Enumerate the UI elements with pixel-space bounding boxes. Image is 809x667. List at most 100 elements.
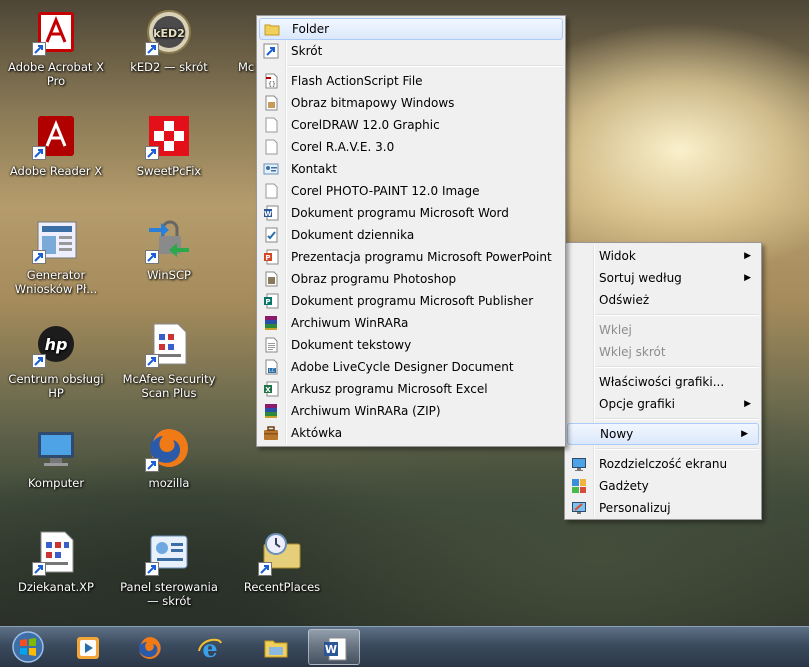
monitor-icon	[571, 456, 587, 472]
menu-item-label: Obraz programu Photoshop	[291, 272, 457, 286]
menu-item-label: Archiwum WinRARa (ZIP)	[291, 404, 441, 418]
photoshop-icon	[263, 271, 279, 287]
new-item-livecycle[interactable]: LC Adobe LiveCycle Designer Document	[257, 356, 565, 378]
menu-item-label: Adobe LiveCycle Designer Document	[291, 360, 514, 374]
acrobat-icon	[32, 8, 80, 56]
new-item-winrar[interactable]: Archiwum WinRARa	[257, 312, 565, 334]
svg-text:P: P	[265, 298, 270, 306]
new-item-word[interactable]: W Dokument programu Microsoft Word	[257, 202, 565, 224]
desktop-context-menu: Widok ▶ Sortuj według ▶ Odśwież Wklej Wkle…	[564, 242, 762, 520]
new-item-photoshop[interactable]: Obraz programu Photoshop	[257, 268, 565, 290]
new-item-flash[interactable]: {} Flash ActionScript File	[257, 70, 565, 92]
desktop-icon-mcafee[interactable]: McAfee Security Scan Plus	[117, 320, 221, 400]
word-icon: W	[322, 636, 348, 662]
shortcut-arrow-icon	[145, 42, 159, 56]
generator-icon	[32, 216, 80, 264]
text-file-icon	[263, 337, 279, 353]
taskbar-word[interactable]: W	[308, 629, 360, 665]
shortcut-arrow-icon	[32, 250, 46, 264]
menu-item-wklej-skrot[interactable]: Wklej skrót	[565, 341, 761, 363]
menu-item-nowy[interactable]: Nowy ▶	[567, 423, 759, 445]
new-item-contact[interactable]: Kontakt	[257, 158, 565, 180]
menu-item-wlasciwosci-grafiki[interactable]: Właściwości grafiki...	[565, 371, 761, 393]
desktop-icon-sweetpcfix[interactable]: SweetPcFix	[117, 112, 221, 178]
start-button[interactable]	[2, 629, 54, 665]
menu-item-gadzety[interactable]: Gadżety	[565, 475, 761, 497]
bitmap-icon	[263, 95, 279, 111]
blank-file-icon	[263, 117, 279, 133]
taskbar-firefox[interactable]	[124, 629, 176, 665]
new-item-powerpoint[interactable]: P Prezentacja programu Microsoft PowerPo…	[257, 246, 565, 268]
menu-item-label: Dokument dziennika	[291, 228, 415, 242]
menu-separator	[595, 418, 759, 420]
shortcut-arrow-icon	[32, 42, 46, 56]
icon-label: McAfee Security Scan Plus	[122, 372, 216, 400]
new-item-coreldraw[interactable]: CorelDRAW 12.0 Graphic	[257, 114, 565, 136]
desktop-icon-hp[interactable]: hp Centrum obsługi HP	[4, 320, 108, 400]
new-submenu: Folder Skrót {} Flash ActionScript File …	[256, 15, 566, 447]
desktop-icon-ked2[interactable]: kED2 kED2 — skrót	[117, 8, 221, 74]
menu-item-odswiez[interactable]: Odśwież	[565, 289, 761, 311]
new-item-bitmap[interactable]: Obraz bitmapowy Windows	[257, 92, 565, 114]
ked2-icon: kED2	[145, 8, 193, 56]
desktop-icon-computer[interactable]: Komputer	[4, 424, 108, 490]
desktop-icon-dziekanat[interactable]: Dziekanat.XP	[4, 528, 108, 594]
icon-label: Centrum obsługi HP	[8, 372, 104, 400]
word-doc-icon: W	[263, 205, 279, 221]
menu-item-widok[interactable]: Widok ▶	[565, 245, 761, 267]
new-item-winrar-zip[interactable]: Archiwum WinRARa (ZIP)	[257, 400, 565, 422]
submenu-arrow-icon: ▶	[741, 429, 748, 439]
desktop-icon-mozilla[interactable]: mozilla	[117, 424, 221, 490]
recentplaces-icon	[258, 528, 306, 576]
icon-label: SweetPcFix	[136, 164, 202, 178]
firefox-icon	[137, 635, 163, 661]
desktop-icon-reader[interactable]: Adobe Reader X	[4, 112, 108, 178]
menu-item-label: Dokument tekstowy	[291, 338, 412, 352]
new-item-publisher[interactable]: P Dokument programu Microsoft Publisher	[257, 290, 565, 312]
svg-text:P: P	[265, 254, 270, 262]
icon-label: Adobe Acrobat X Pro	[8, 60, 104, 88]
blank-file-icon	[263, 183, 279, 199]
new-item-photopaint[interactable]: Corel PHOTO-PAINT 12.0 Image	[257, 180, 565, 202]
menu-item-sortuj[interactable]: Sortuj według ▶	[565, 267, 761, 289]
desktop-icon-recentplaces[interactable]: RecentPlaces	[230, 528, 334, 594]
menu-item-label: Widok	[599, 249, 636, 263]
menu-item-label: Arkusz programu Microsoft Excel	[291, 382, 488, 396]
taskbar-internet-explorer[interactable]: e	[184, 629, 236, 665]
menu-item-label: Flash ActionScript File	[291, 74, 423, 88]
taskbar-media-player[interactable]	[62, 629, 114, 665]
svg-text:kED2: kED2	[153, 27, 185, 40]
sweetpcfix-icon	[145, 112, 193, 160]
menu-item-label: Nowy	[600, 427, 634, 441]
shortcut-arrow-icon	[258, 562, 272, 576]
menu-item-label: Właściwości grafiki...	[599, 375, 725, 389]
menu-item-wklej[interactable]: Wklej	[565, 319, 761, 341]
menu-item-label: Opcje grafiki	[599, 397, 675, 411]
menu-item-personalizuj[interactable]: Personalizuj	[565, 497, 761, 519]
menu-item-label: Prezentacja programu Microsoft PowerPoin…	[291, 250, 552, 264]
winrar-icon	[263, 315, 279, 331]
submenu-arrow-icon: ▶	[744, 399, 751, 409]
desktop[interactable]: Adobe Acrobat X Pro Adobe Reader X Gener…	[0, 0, 809, 626]
new-item-text[interactable]: Dokument tekstowy	[257, 334, 565, 356]
menu-item-label: Dokument programu Microsoft Publisher	[291, 294, 534, 308]
explorer-icon	[263, 635, 289, 661]
desktop-icon-acrobat-pro[interactable]: Adobe Acrobat X Pro	[4, 8, 108, 88]
desktop-icon-generator[interactable]: Generator Wniosków Pł...	[4, 216, 108, 296]
winrar-zip-icon	[263, 403, 279, 419]
shortcut-icon	[263, 43, 279, 59]
livecycle-icon: LC	[263, 359, 279, 375]
new-item-journal[interactable]: Dokument dziennika	[257, 224, 565, 246]
new-item-briefcase[interactable]: Aktówka	[257, 422, 565, 444]
menu-item-opcje-grafiki[interactable]: Opcje grafiki ▶	[565, 393, 761, 415]
desktop-icon-winscp[interactable]: WinSCP	[117, 216, 221, 282]
menu-item-label: Corel PHOTO-PAINT 12.0 Image	[291, 184, 480, 198]
blank-file-icon	[263, 139, 279, 155]
new-item-excel[interactable]: X Arkusz programu Microsoft Excel	[257, 378, 565, 400]
new-item-folder[interactable]: Folder	[259, 18, 563, 40]
menu-item-rozdzielczosc[interactable]: Rozdzielczość ekranu	[565, 453, 761, 475]
desktop-icon-panel[interactable]: Panel sterowania — skrót	[117, 528, 221, 608]
taskbar-explorer[interactable]	[250, 629, 302, 665]
new-item-shortcut[interactable]: Skrót	[257, 40, 565, 62]
new-item-corel-rave[interactable]: Corel R.A.V.E. 3.0	[257, 136, 565, 158]
